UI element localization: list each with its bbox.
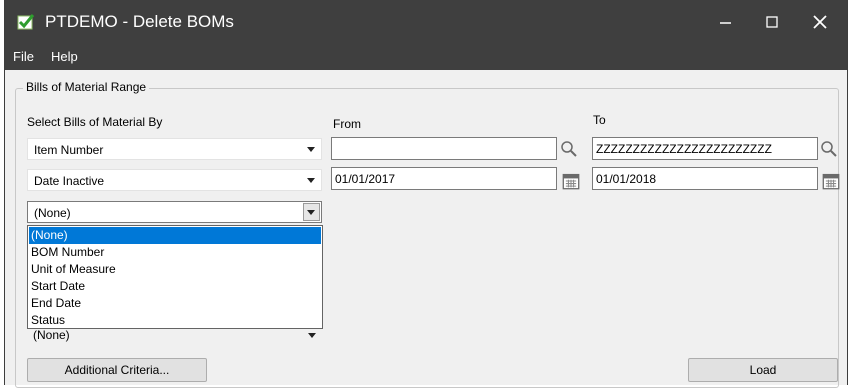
from-field-2[interactable]: 01/01/2017	[331, 167, 557, 190]
dropdown-button[interactable]	[303, 203, 320, 221]
from-label: From	[333, 117, 361, 131]
load-button[interactable]: Load	[688, 358, 838, 382]
dropdown-option[interactable]: Status	[29, 312, 321, 329]
calendar-icon[interactable]	[822, 172, 840, 190]
chevron-down-icon	[308, 333, 316, 338]
sage-check-icon	[17, 14, 35, 30]
dropdown-option[interactable]: BOM Number	[29, 244, 321, 261]
chevron-down-icon	[307, 147, 315, 152]
from-field-1[interactable]	[331, 137, 557, 160]
window-title: PTDEMO - Delete BOMs	[45, 12, 234, 31]
close-icon	[813, 15, 827, 29]
to-field-2[interactable]: 01/01/2018	[592, 167, 818, 190]
additional-criteria-button[interactable]: Additional Criteria...	[27, 358, 207, 382]
dropdown-option[interactable]: Start Date	[29, 278, 321, 295]
select-by-combo-2[interactable]: Date Inactive	[27, 169, 322, 191]
search-icon[interactable]	[560, 140, 578, 158]
combo-value: (None)	[33, 328, 70, 342]
dropdown-list: (None) BOM Number Unit of Measure Start …	[27, 225, 323, 329]
calendar-icon[interactable]	[562, 172, 580, 190]
field-value: ZZZZZZZZZZZZZZZZZZZZZZZZ	[596, 142, 772, 156]
chevron-down-icon	[307, 178, 315, 183]
menu-help[interactable]: Help	[51, 49, 78, 64]
combo-value: (None)	[34, 206, 71, 220]
search-icon[interactable]	[820, 140, 838, 158]
select-by-combo-4[interactable]: (None)	[27, 327, 322, 345]
menu-bar: File Help	[5, 44, 847, 70]
dropdown-option[interactable]: Unit of Measure	[29, 261, 321, 278]
field-value: 01/01/2018	[596, 172, 657, 186]
minimize-icon	[720, 22, 731, 24]
select-by-label: Select Bills of Material By	[27, 115, 163, 129]
field-value: 01/01/2017	[335, 172, 396, 186]
select-by-combo-3[interactable]: (None)	[27, 201, 322, 223]
dropdown-option[interactable]: (None)	[29, 227, 321, 244]
app-window: PTDEMO - Delete BOMs File Help Bills of …	[4, 0, 848, 388]
close-button[interactable]	[797, 0, 843, 44]
dropdown-option[interactable]: End Date	[29, 295, 321, 312]
maximize-icon	[766, 16, 778, 28]
chevron-down-icon	[307, 210, 315, 215]
combo-value: Item Number	[34, 143, 104, 157]
group-title: Bills of Material Range	[23, 80, 150, 94]
combo-value: Date Inactive	[34, 174, 105, 188]
menu-file[interactable]: File	[13, 49, 34, 64]
to-field-1[interactable]: ZZZZZZZZZZZZZZZZZZZZZZZZ	[592, 137, 818, 160]
title-bar: PTDEMO - Delete BOMs	[5, 0, 847, 44]
select-by-combo-1[interactable]: Item Number	[27, 138, 322, 160]
maximize-button[interactable]	[749, 0, 795, 44]
minimize-button[interactable]	[703, 0, 749, 44]
to-label: To	[593, 113, 606, 127]
